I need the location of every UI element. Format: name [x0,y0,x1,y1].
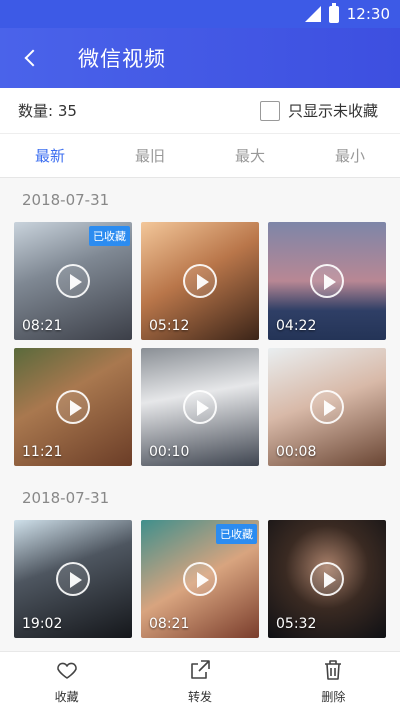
trash-icon [325,660,342,680]
favorite-button[interactable]: 收藏 [0,652,133,711]
section-date: 2018-07-31 [22,191,110,209]
video-duration: 00:10 [149,444,190,460]
tab-oldest[interactable]: 最旧 [100,134,200,177]
favorite-label: 收藏 [54,690,79,704]
play-icon [56,264,90,298]
video-duration: 08:21 [149,616,190,632]
video-grid: 19:02 已收藏 08:21 05:32 [14,520,386,638]
share-label: 转发 [187,690,212,704]
video-duration: 05:32 [276,616,317,632]
delete-label: 删除 [321,690,346,704]
video-duration: 00:08 [276,444,317,460]
tab-smallest[interactable]: 最小 [300,134,400,177]
status-time: 12:30 [346,5,390,23]
video-thumbnail[interactable]: 04:22 [268,222,386,340]
video-thumbnail[interactable]: 05:12 [141,222,259,340]
share-icon [191,660,210,679]
favorited-badge: 已收藏 [216,524,257,544]
play-icon [183,264,217,298]
app-header: 微信视频 [0,28,400,88]
play-icon [56,562,90,596]
tab-largest[interactable]: 最大 [200,134,300,177]
share-button[interactable]: 转发 [133,652,266,711]
section-date: 2018-07-31 [22,489,110,507]
video-duration: 19:02 [22,616,63,632]
page-title: 微信视频 [78,47,166,71]
video-thumbnail[interactable]: 已收藏 08:21 [14,222,132,340]
bottom-action-bar: 收藏 转发 删除 [0,651,400,711]
battery-icon [328,2,339,23]
play-icon [310,562,344,596]
sort-tabs: 最新 最旧 最大 最小 [0,134,400,178]
date-section: 2018-07-31 19:02 已收藏 08:21 05:32 [0,476,400,638]
video-count: 数量: 35 [18,102,77,120]
video-grid: 已收藏 08:21 05:12 04:22 11:21 00:10 00:08 [14,222,386,466]
video-thumbnail[interactable]: 00:08 [268,348,386,466]
filter-label: 只显示未收藏 [287,102,378,120]
heart-icon [56,662,77,679]
status-bar: 12:30 [0,0,400,28]
video-thumbnail[interactable]: 00:10 [141,348,259,466]
video-thumbnail[interactable]: 19:02 [14,520,132,638]
delete-button[interactable]: 删除 [267,652,400,711]
video-duration: 08:21 [22,318,63,334]
chevron-left-icon [24,49,42,67]
signal-icon [304,6,321,22]
video-duration: 11:21 [22,444,63,460]
play-icon [56,390,90,424]
tab-newest[interactable]: 最新 [0,134,100,177]
date-section: 2018-07-31 已收藏 08:21 05:12 04:22 11:21 0… [0,178,400,466]
video-list[interactable]: 2018-07-31 已收藏 08:21 05:12 04:22 11:21 0… [0,178,400,651]
video-thumbnail[interactable]: 11:21 [14,348,132,466]
play-icon [310,390,344,424]
unfavorited-filter[interactable]: 只显示未收藏 [259,100,378,121]
video-thumbnail[interactable]: 05:32 [268,520,386,638]
video-thumbnail[interactable]: 已收藏 08:21 [141,520,259,638]
play-icon [183,562,217,596]
count-bar: 数量: 35 只显示未收藏 [0,88,400,134]
video-duration: 05:12 [149,318,190,334]
filter-checkbox[interactable] [259,100,280,121]
favorited-badge: 已收藏 [89,226,130,246]
back-button[interactable] [0,28,60,88]
play-icon [183,390,217,424]
video-duration: 04:22 [276,318,317,334]
play-icon [310,264,344,298]
